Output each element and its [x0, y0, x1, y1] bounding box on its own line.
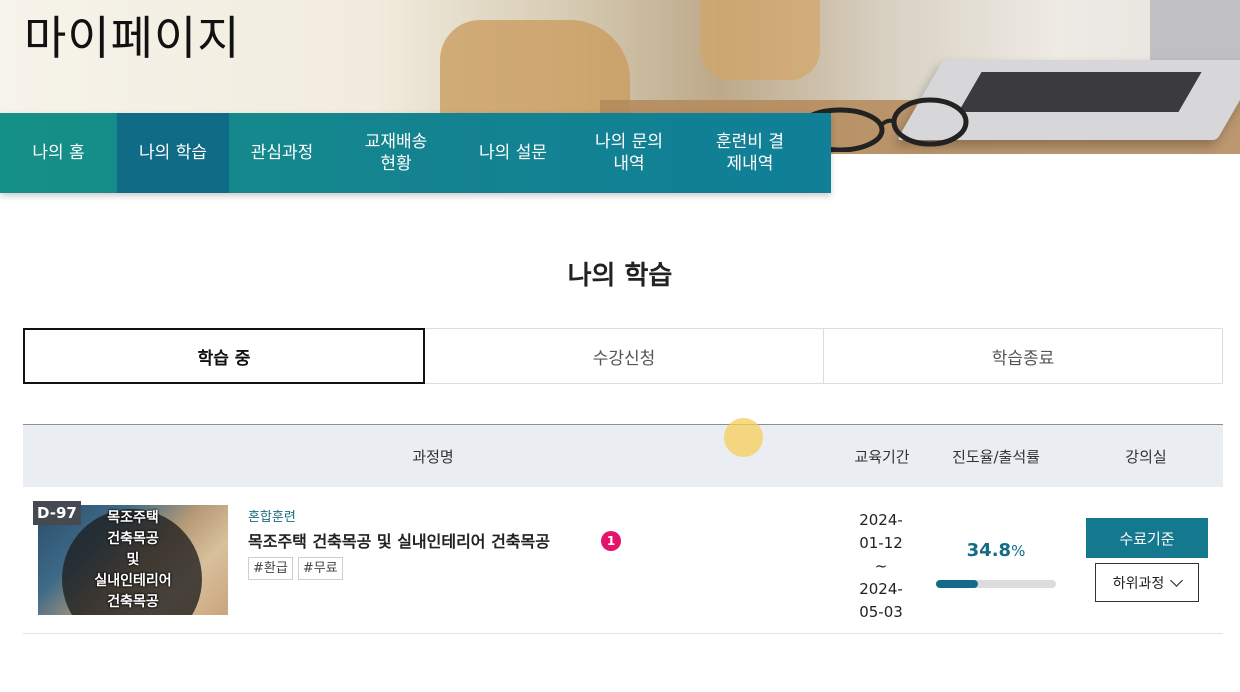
my-page: 마이페이지 나의 홈 나의 학습 관심과정 교재배송 현황 나의 설문 나의 문…: [0, 0, 1240, 692]
tab-completed[interactable]: 학습종료: [824, 328, 1223, 384]
header-progress: 진도율/출석률: [952, 447, 1040, 466]
page-title: 마이페이지: [24, 11, 241, 65]
nav-item-my-learning[interactable]: 나의 학습: [117, 113, 229, 193]
table-header: 과정명 교육기간 진도율/출석률 강의실: [23, 424, 1223, 487]
course-title-link[interactable]: 목조주택 건축목공 및 실내인테리어 건축목공: [248, 528, 550, 552]
tag-refund: #환급: [248, 557, 293, 580]
course-type: 혼합훈련: [248, 510, 296, 525]
completion-criteria-button[interactable]: 수료기준: [1086, 518, 1208, 558]
nav-item-textbook-delivery[interactable]: 교재배송 현황: [335, 113, 457, 193]
nav-item-my-inquiries[interactable]: 나의 문의 내역: [569, 113, 689, 193]
learning-tabs: 학습 중 수강신청 학습종료: [23, 328, 1223, 384]
tag-free: #무료: [297, 557, 343, 580]
course-tags: #환급 #무료: [248, 557, 343, 580]
progress-bar-fill: [936, 580, 978, 588]
nav-item-home[interactable]: 나의 홈: [0, 113, 117, 193]
hero-laptop-keyboard: [958, 72, 1202, 112]
sub-course-dropdown[interactable]: 하위과정: [1095, 563, 1199, 602]
table-row: 목조주택 건축목공 및 실내인테리어 건축목공 D-97 혼합훈련 목조주택 건…: [23, 487, 1223, 634]
progress-bar: [936, 580, 1056, 588]
chevron-down-icon: [1170, 573, 1184, 587]
hero-laptop-image: [1150, 0, 1240, 60]
tab-in-progress[interactable]: 학습 중: [23, 328, 425, 384]
nav-item-my-survey[interactable]: 나의 설문: [457, 113, 569, 193]
course-period: 2024- 01-12 ~ 2024- 05-03: [859, 511, 903, 621]
cursor-highlight: [724, 418, 763, 457]
dday-badge: D-97: [33, 501, 81, 525]
section-title: 나의 학습: [567, 261, 673, 291]
header-course-name: 과정명: [412, 447, 454, 466]
tab-enrollment[interactable]: 수강신청: [425, 328, 824, 384]
mypage-nav: 나의 홈 나의 학습 관심과정 교재배송 현황 나의 설문 나의 문의 내역 훈…: [0, 113, 831, 193]
nav-item-interest-courses[interactable]: 관심과정: [229, 113, 335, 193]
nav-item-payment-history[interactable]: 훈련비 결 제내역: [689, 113, 811, 193]
header-classroom: 강의실: [1125, 447, 1167, 466]
hero-chair-image: [700, 0, 820, 80]
header-period: 교육기간: [854, 447, 910, 466]
progress-value: 34.8%: [966, 540, 1026, 561]
notification-badge: 1: [601, 531, 621, 551]
